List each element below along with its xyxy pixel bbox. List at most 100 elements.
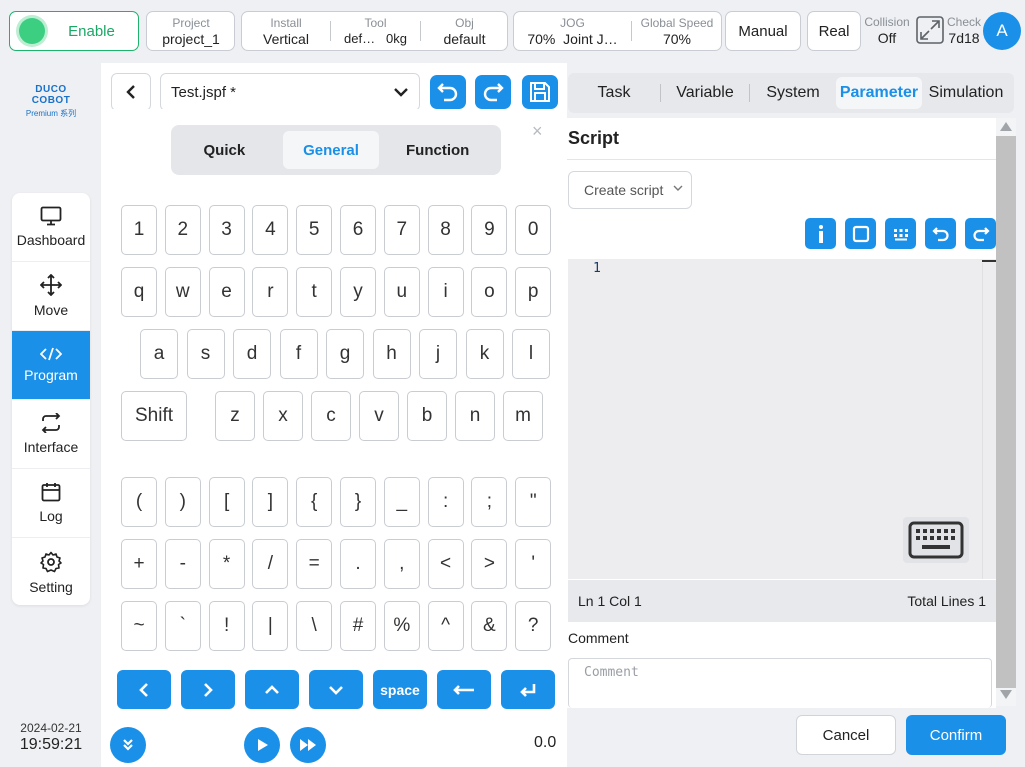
script-undo-button[interactable] — [925, 218, 956, 249]
key[interactable]: 5 — [296, 205, 333, 255]
key[interactable]: ( — [121, 477, 157, 527]
key[interactable]: o — [471, 267, 508, 317]
key[interactable]: i — [427, 267, 464, 317]
panel-scrollbar[interactable] — [996, 118, 1016, 706]
tab-general[interactable]: General — [282, 131, 380, 169]
backspace-key[interactable] — [437, 670, 491, 709]
enable-button[interactable]: Enable — [9, 11, 139, 51]
key[interactable]: : — [427, 477, 464, 527]
key[interactable]: - — [164, 539, 201, 589]
left-arrow-key[interactable] — [117, 670, 171, 709]
undo-button[interactable] — [430, 75, 466, 109]
scroll-up-icon[interactable] — [1000, 122, 1012, 131]
jog-speed-box[interactable]: JOG 70% Joint J… Global Speed 70% — [513, 11, 722, 51]
key[interactable]: y — [340, 267, 376, 317]
key[interactable]: w — [164, 267, 201, 317]
key[interactable]: / — [252, 539, 289, 589]
create-script-select[interactable]: Create script — [568, 171, 692, 209]
key[interactable]: n — [455, 391, 495, 441]
key[interactable]: ! — [208, 601, 245, 651]
key[interactable]: [ — [208, 477, 245, 527]
key[interactable]: ' — [515, 539, 552, 589]
key[interactable]: = — [296, 539, 333, 589]
key[interactable]: | — [252, 601, 289, 651]
tab-task[interactable]: Task — [568, 77, 660, 109]
key[interactable]: z — [215, 391, 255, 441]
script-editor[interactable]: 1 — [568, 259, 996, 579]
key[interactable]: a — [140, 329, 178, 379]
up-arrow-key[interactable] — [245, 670, 299, 709]
key[interactable]: 0 — [515, 205, 552, 255]
key[interactable]: t — [296, 267, 333, 317]
key[interactable]: 7 — [383, 205, 420, 255]
key[interactable]: % — [383, 601, 420, 651]
key[interactable]: q — [121, 267, 157, 317]
shift-key[interactable]: Shift — [121, 391, 187, 441]
space-key[interactable]: space — [373, 670, 427, 709]
manual-mode-button[interactable]: Manual — [725, 11, 801, 51]
key[interactable]: ] — [252, 477, 289, 527]
tab-variable[interactable]: Variable — [661, 77, 749, 109]
key[interactable]: * — [208, 539, 245, 589]
key[interactable]: ` — [164, 601, 201, 651]
key[interactable]: 2 — [164, 205, 201, 255]
info-button[interactable] — [805, 218, 836, 249]
key[interactable]: + — [121, 539, 157, 589]
key[interactable]: > — [471, 539, 508, 589]
key[interactable]: 8 — [427, 205, 464, 255]
key[interactable]: b — [407, 391, 447, 441]
cancel-button[interactable]: Cancel — [796, 715, 896, 755]
nav-item-dashboard[interactable]: Dashboard — [12, 193, 90, 262]
check-status[interactable]: Check 7d18 — [940, 11, 988, 46]
nav-item-interface[interactable]: Interface — [12, 400, 90, 469]
keyboard-toggle-icon[interactable] — [903, 517, 969, 563]
avatar[interactable]: A — [983, 12, 1021, 50]
key[interactable]: { — [296, 477, 333, 527]
script-redo-button[interactable] — [965, 218, 996, 249]
scroll-thumb[interactable] — [996, 136, 1016, 688]
frame-button[interactable] — [845, 218, 876, 249]
key[interactable]: ~ — [121, 601, 157, 651]
key[interactable]: " — [515, 477, 552, 527]
key[interactable]: , — [383, 539, 420, 589]
key[interactable]: g — [326, 329, 364, 379]
confirm-button[interactable]: Confirm — [906, 715, 1006, 755]
key[interactable]: } — [340, 477, 376, 527]
install-tool-obj-box[interactable]: Install Vertical Tool def… 0kg Obj defau… — [241, 11, 508, 51]
file-select[interactable]: Test.jspf * — [160, 73, 420, 111]
key[interactable]: v — [359, 391, 399, 441]
collision-status[interactable]: Collision Off — [862, 11, 912, 46]
key[interactable]: . — [340, 539, 376, 589]
play-button[interactable] — [244, 727, 280, 763]
close-icon[interactable]: × — [532, 121, 543, 142]
key[interactable]: < — [427, 539, 464, 589]
save-button[interactable] — [522, 75, 558, 109]
scroll-down-icon[interactable] — [1000, 690, 1012, 699]
nav-item-log[interactable]: Log — [12, 469, 90, 538]
key[interactable]: m — [503, 391, 543, 441]
key[interactable]: d — [233, 329, 271, 379]
nav-item-move[interactable]: Move — [12, 262, 90, 331]
key[interactable]: e — [208, 267, 245, 317]
right-arrow-key[interactable] — [181, 670, 235, 709]
key[interactable]: p — [515, 267, 552, 317]
editor-scrollbar[interactable] — [982, 263, 996, 579]
comment-input[interactable]: Comment — [568, 658, 992, 708]
key[interactable]: & — [471, 601, 508, 651]
key[interactable]: ^ — [427, 601, 464, 651]
redo-button[interactable] — [475, 75, 511, 109]
key[interactable]: f — [279, 329, 318, 379]
key[interactable]: r — [252, 267, 289, 317]
key[interactable]: # — [340, 601, 376, 651]
back-button[interactable] — [111, 73, 151, 111]
key[interactable]: 3 — [208, 205, 245, 255]
tab-function[interactable]: Function — [389, 131, 486, 169]
step-down-button[interactable] — [110, 727, 146, 763]
key[interactable]: s — [186, 329, 225, 379]
key[interactable]: 4 — [252, 205, 289, 255]
tab-system[interactable]: System — [750, 77, 836, 109]
key[interactable]: k — [465, 329, 504, 379]
key[interactable]: j — [419, 329, 457, 379]
fast-forward-button[interactable] — [290, 727, 326, 763]
key[interactable]: \ — [296, 601, 333, 651]
